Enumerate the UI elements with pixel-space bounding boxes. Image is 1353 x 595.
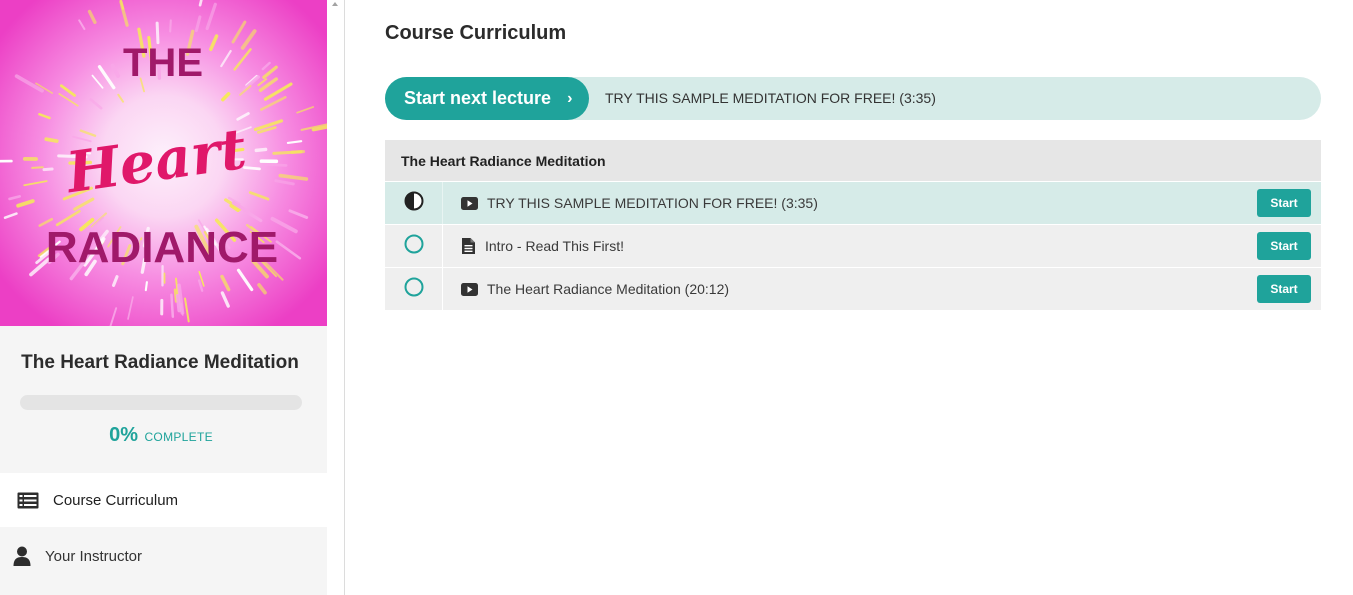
page-title: Course Curriculum [385, 22, 567, 44]
start-lecture-button[interactable]: Start [1257, 275, 1311, 303]
divider [344, 0, 345, 595]
lecture-title: Intro - Read This First! [485, 238, 625, 254]
lecture-row[interactable]: Intro - Read This First! Start [385, 225, 1321, 268]
document-icon [462, 225, 475, 267]
list-icon [16, 492, 40, 509]
course-title: The Heart Radiance Meditation [21, 352, 299, 373]
cover-ray [155, 21, 160, 45]
start-lecture-button[interactable]: Start [1257, 232, 1311, 260]
sidebar-item-your-instructor[interactable]: Your Instructor [0, 529, 327, 583]
cover-ray [42, 167, 54, 172]
sidebar: THE Heart RADIANCE The Heart Radiance Me… [0, 0, 327, 595]
progress-bar [20, 395, 302, 410]
cover-title-radiance: RADIANCE [46, 223, 278, 272]
start-lecture-button[interactable]: Start [1257, 189, 1311, 217]
section-header: The Heart Radiance Meditation [385, 140, 1321, 182]
empty-circle-icon [404, 234, 424, 259]
course-cover-image: THE Heart RADIANCE [0, 0, 327, 326]
progress-percent: 0% [109, 424, 139, 446]
user-icon [10, 546, 34, 566]
curriculum-section: The Heart Radiance Meditation TRY THIS S… [385, 140, 1321, 311]
cover-ray [31, 166, 44, 169]
next-lecture-bar: Start next lecture › TRY THIS SAMPLE MED… [385, 77, 1321, 120]
empty-circle-icon [404, 277, 424, 302]
lecture-row[interactable]: The Heart Radiance Meditation (20:12) St… [385, 268, 1321, 311]
cover-ray [254, 147, 268, 153]
start-next-lecture-button[interactable]: Start next lecture › [385, 77, 589, 120]
video-icon [461, 268, 478, 310]
cover-ray [169, 19, 172, 33]
sidebar-scrollbar[interactable] [327, 0, 344, 595]
scroll-up-arrow-icon[interactable] [332, 2, 338, 6]
chevron-right-icon: › [567, 89, 573, 107]
lecture-status [385, 225, 443, 267]
lecture-row[interactable]: TRY THIS SAMPLE MEDITATION FOR FREE! (3:… [385, 182, 1321, 225]
lecture-title: TRY THIS SAMPLE MEDITATION FOR FREE! (3:… [487, 195, 818, 211]
lecture-status [385, 182, 443, 224]
sidebar-item-label: Course Curriculum [53, 491, 179, 509]
sidebar-item-label: Your Instructor [45, 547, 142, 565]
progress-complete-label: COMPLETE [144, 430, 213, 444]
cover-ray [263, 163, 288, 167]
cover-title-the: THE [123, 41, 203, 85]
next-lecture-title: TRY THIS SAMPLE MEDITATION FOR FREE! (3:… [605, 90, 936, 106]
cover-ray [44, 137, 59, 143]
progress-label: 0% COMPLETE [0, 424, 322, 447]
half-circle-progress-icon [404, 191, 424, 216]
lecture-title: The Heart Radiance Meditation (20:12) [487, 281, 730, 297]
cover-ray [290, 149, 306, 154]
sidebar-item-course-curriculum[interactable]: Course Curriculum [0, 473, 327, 527]
cover-ray [170, 293, 175, 318]
start-next-lecture-label: Start next lecture [404, 88, 552, 108]
lecture-status [385, 268, 443, 310]
cover-ray [144, 281, 148, 292]
video-icon [461, 182, 478, 224]
